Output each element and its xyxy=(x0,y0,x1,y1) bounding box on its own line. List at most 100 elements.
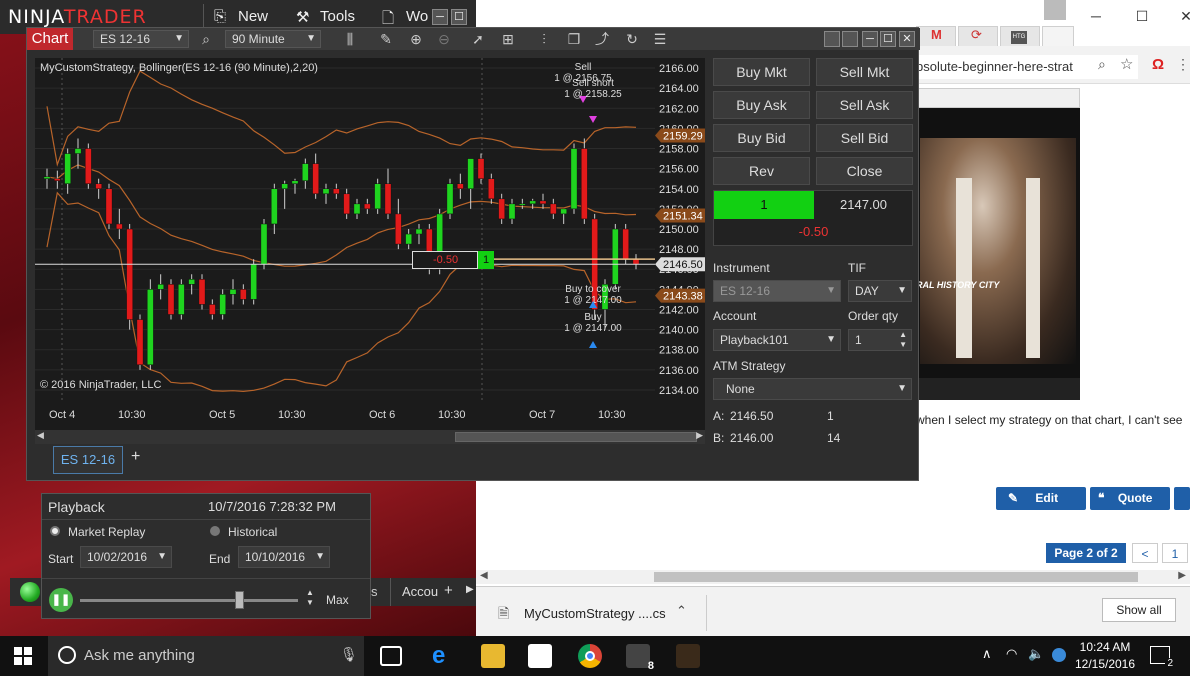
close-position-button[interactable]: Close xyxy=(816,157,913,185)
buy-bid-button[interactable]: Buy Bid xyxy=(713,124,810,152)
speed-slider-handle[interactable] xyxy=(235,591,244,609)
tray-chevron-icon[interactable]: ∧ xyxy=(982,646,992,662)
horizontal-scrollbar[interactable]: ◀ ▶ xyxy=(476,570,1190,584)
windows-start-icon[interactable] xyxy=(14,647,32,665)
maximize-icon[interactable]: ☐ xyxy=(451,9,467,25)
action-center-icon[interactable]: 2 xyxy=(1150,646,1175,669)
chevron-up-icon[interactable]: ⌃ xyxy=(676,603,687,619)
maximize-icon[interactable]: ☐ xyxy=(1122,6,1162,26)
properties-icon[interactable]: ☰ xyxy=(651,30,669,48)
data-box-icon[interactable]: ⊞ xyxy=(499,30,517,48)
scroll-right-icon[interactable]: ▶ xyxy=(1178,570,1186,581)
instrument-selector[interactable]: ES 12-16 ▼ xyxy=(93,30,189,48)
edge-icon[interactable]: e xyxy=(432,644,456,668)
position-qty[interactable]: 1 xyxy=(478,251,494,269)
pause-button[interactable]: ❚❚ xyxy=(49,588,73,612)
start-date-picker[interactable]: 10/02/2016 ▼ xyxy=(80,546,172,568)
scroll-right-icon[interactable]: ▶ xyxy=(466,584,474,595)
profile-icon[interactable] xyxy=(1044,0,1066,20)
bookmark-star-icon[interactable]: ☆ xyxy=(1120,55,1138,73)
task-view-icon[interactable] xyxy=(380,646,402,666)
interval-selector[interactable]: 90 Minute ▼ xyxy=(225,30,321,48)
scrollbar-thumb[interactable] xyxy=(654,572,1138,582)
historical-radio[interactable] xyxy=(210,526,220,536)
clock[interactable]: 10:24 AM 12/15/2016 xyxy=(1070,639,1140,673)
zoom-in-icon[interactable]: ⊕ xyxy=(407,30,425,48)
buy-ask-button[interactable]: Buy Ask xyxy=(713,91,810,119)
browser-tab[interactable]: M xyxy=(916,26,956,46)
tab-accounts[interactable]: Accou xyxy=(402,584,438,599)
templates-icon[interactable]: ❐ xyxy=(565,30,583,48)
video-player[interactable]: RAL HISTORY CITY xyxy=(916,108,1080,400)
add-tab-button[interactable]: + xyxy=(131,448,140,466)
new-menu[interactable]: New xyxy=(238,8,268,25)
tif-dropdown[interactable]: DAY ▼ xyxy=(848,280,912,302)
account-dropdown[interactable]: Playback101 ▼ xyxy=(713,329,841,351)
scroll-left-icon[interactable]: ◀ xyxy=(480,570,488,581)
position-line-pnl-box[interactable]: -0.50 xyxy=(412,251,478,269)
speed-stepper-icon[interactable]: ▲ ▼ xyxy=(306,588,314,608)
minimize-icon[interactable]: ─ xyxy=(432,9,448,25)
scrollbar-thumb[interactable] xyxy=(455,432,697,442)
store-icon[interactable] xyxy=(528,644,552,668)
chart-scrollbar[interactable]: ◀ ▶ xyxy=(35,430,705,444)
pointer-icon[interactable]: ➚ xyxy=(469,30,487,48)
onedrive-icon[interactable] xyxy=(1052,648,1066,662)
close-icon[interactable]: ✕ xyxy=(1166,6,1190,26)
ninjatrader-taskbar-icon[interactable]: 8 xyxy=(626,644,654,672)
volume-icon[interactable]: 🔈 xyxy=(1028,646,1044,662)
market-replay-radio[interactable] xyxy=(50,526,60,536)
close-icon[interactable]: ✕ xyxy=(899,31,915,47)
zoom-out-icon[interactable]: ⊖ xyxy=(435,30,453,48)
extension-icon[interactable]: Ω xyxy=(1152,56,1170,74)
show-all-button[interactable]: Show all xyxy=(1102,598,1176,622)
pager-prev[interactable]: < xyxy=(1132,543,1158,563)
reverse-button[interactable]: Rev xyxy=(713,157,810,185)
chart-trader-icon[interactable]: ⫶ xyxy=(535,30,553,48)
browser-tab[interactable]: ⟳ xyxy=(958,26,998,46)
chart-tab[interactable]: Chart xyxy=(27,28,73,50)
video-controls[interactable] xyxy=(916,378,1080,400)
tab-partial[interactable]: s xyxy=(371,584,378,599)
sell-ask-button[interactable]: Sell Ask xyxy=(816,91,913,119)
download-filename[interactable]: MyCustomStrategy ....cs xyxy=(524,606,666,621)
drawing-tool-icon[interactable]: ✎ xyxy=(377,30,395,48)
file-explorer-icon[interactable] xyxy=(481,644,505,668)
workspaces-menu[interactable]: Wo xyxy=(406,8,428,25)
tile-icon[interactable] xyxy=(824,31,840,47)
end-date-picker[interactable]: 10/10/2016 ▼ xyxy=(238,546,330,568)
browser-tab[interactable]: HTG xyxy=(1000,26,1040,46)
sell-bid-button[interactable]: Sell Bid xyxy=(816,124,913,152)
new-tab-button[interactable] xyxy=(1042,26,1074,46)
chrome-icon[interactable] xyxy=(578,644,602,668)
minimize-icon[interactable]: ─ xyxy=(862,31,878,47)
menu-icon[interactable]: ⋮ xyxy=(1176,56,1190,74)
price-chart[interactable]: Sell 1 @ 2156.75 Sell short 1 @ 2158.25 Buy … xyxy=(35,58,655,400)
order-qty-stepper[interactable]: 1 ▲ ▼ xyxy=(848,329,912,351)
tools-menu[interactable]: Tools xyxy=(320,8,355,25)
buy-market-button[interactable]: Buy Mkt xyxy=(713,58,810,86)
pager-page-1[interactable]: 1 xyxy=(1162,543,1188,563)
app-taskbar-icon[interactable] xyxy=(676,644,700,668)
scroll-left-icon[interactable]: ◀ xyxy=(37,430,44,441)
tile-icon[interactable] xyxy=(842,31,858,47)
maximize-icon[interactable]: ☐ xyxy=(880,31,896,47)
sell-market-button[interactable]: Sell Mkt xyxy=(816,58,913,86)
search-icon[interactable]: ⌕ xyxy=(197,30,215,48)
minimize-icon[interactable]: ─ xyxy=(1076,6,1116,26)
strategies-icon[interactable]: ⤴ xyxy=(593,30,611,48)
more-button[interactable] xyxy=(1174,487,1190,510)
reload-icon[interactable]: ↻ xyxy=(623,30,641,48)
search-icon[interactable]: ⌕ xyxy=(1098,56,1116,74)
edit-button[interactable]: ✎ Edit xyxy=(996,487,1086,510)
microphone-icon[interactable]: 🎙 xyxy=(340,646,358,663)
scroll-right-icon[interactable]: ▶ xyxy=(696,430,703,441)
wifi-icon[interactable]: ◠ xyxy=(1006,646,1017,662)
add-tab-button[interactable]: + xyxy=(444,582,453,599)
quote-button[interactable]: ❝ Quote xyxy=(1090,487,1170,510)
speed-slider[interactable] xyxy=(80,599,298,602)
stepper-arrows-icon[interactable]: ▲ ▼ xyxy=(899,330,907,350)
cortana-search-box[interactable]: Ask me anything 🎙 xyxy=(48,636,364,676)
chart-instrument-tab[interactable]: ES 12-16 xyxy=(53,446,123,474)
atm-strategy-dropdown[interactable]: None ▼ xyxy=(713,378,912,400)
